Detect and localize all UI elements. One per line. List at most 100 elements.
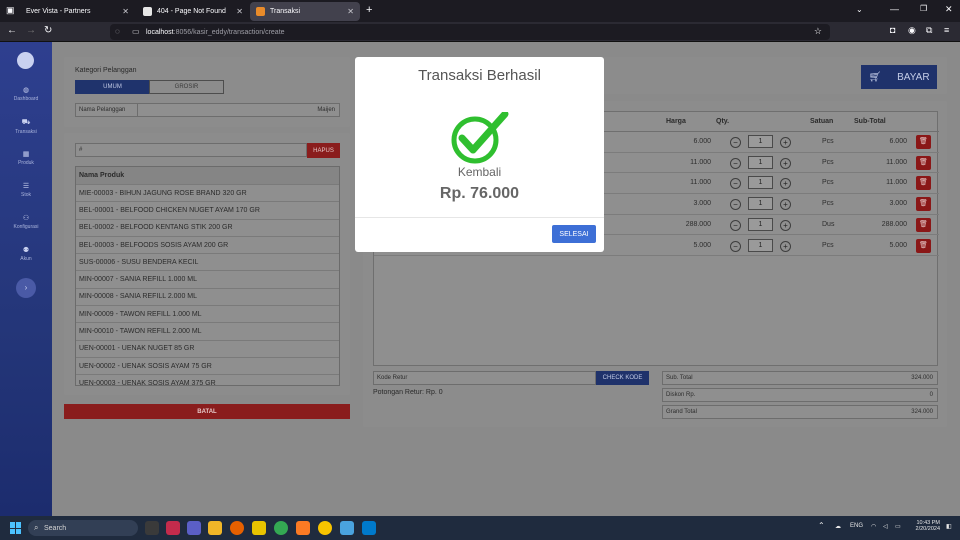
bookmark-star-icon[interactable]: ☆: [814, 26, 822, 37]
list-item[interactable]: BEL-00001 - BELFOOD CHICKEN NUGET AYAM 1…: [76, 202, 339, 220]
delete-row-button[interactable]: 🗑︎: [916, 155, 931, 170]
return-code-label: Kode Retur: [377, 375, 408, 381]
increase-qty-button[interactable]: +: [780, 199, 791, 211]
extensions-icon[interactable]: ⧉: [926, 25, 932, 36]
list-item[interactable]: MIN-00010 - TAWON REFILL 2.000 ML: [76, 323, 339, 341]
volume-icon[interactable]: ◁: [883, 523, 888, 530]
tab-transaksi[interactable]: Transaksi ✕: [250, 2, 360, 21]
qty-input[interactable]: 1: [748, 217, 773, 231]
chevron-down-icon[interactable]: ⌄: [856, 5, 863, 14]
decrease-qty-button[interactable]: −: [730, 137, 741, 148]
category-option-grosir[interactable]: GROSIR: [149, 80, 224, 94]
taskbar-search-input[interactable]: ⌕ Search: [28, 520, 138, 536]
sticky-notes-icon[interactable]: [252, 521, 266, 535]
qty-input[interactable]: 1: [748, 155, 773, 169]
tab-404[interactable]: 404 - Page Not Found ✕: [137, 2, 249, 21]
account-icon[interactable]: ◉: [908, 25, 916, 36]
increase-qty-button[interactable]: +: [780, 178, 791, 190]
cancel-button[interactable]: BATAL: [64, 404, 350, 419]
user-icon: ⚉: [22, 247, 30, 254]
decrease-qty-button[interactable]: −: [730, 219, 741, 231]
list-item[interactable]: MIE-00003 - BIHUN JAGUNG ROSE BRAND 320 …: [76, 185, 339, 203]
increase-qty-button[interactable]: +: [780, 137, 791, 148]
decrease-qty-button[interactable]: −: [730, 157, 741, 169]
sidebar-item-produk[interactable]: ▦ Produk: [0, 150, 52, 166]
close-icon[interactable]: ✕: [236, 7, 243, 16]
mail-icon[interactable]: [340, 521, 354, 535]
check-code-button[interactable]: CHECK KODE: [596, 371, 649, 385]
forward-icon[interactable]: →: [26, 25, 36, 36]
teams-icon[interactable]: [187, 521, 201, 535]
windows-start-icon[interactable]: [10, 522, 22, 534]
notification-icon[interactable]: ◧: [946, 523, 952, 530]
firefox-icon[interactable]: [230, 521, 244, 535]
clear-search-button[interactable]: HAPUS: [307, 143, 340, 158]
delete-row-button[interactable]: 🗑︎: [916, 176, 931, 191]
menu-icon[interactable]: ≡: [944, 25, 949, 35]
delete-row-button[interactable]: 🗑︎: [916, 217, 931, 232]
clock[interactable]: 10:43 PM 2/20/2024: [912, 520, 940, 532]
qty-input[interactable]: 1: [748, 197, 773, 211]
list-item[interactable]: BEL-00003 - BELFOODS SOSIS AYAM 200 GR: [76, 237, 339, 255]
address-bar[interactable]: ◌ ▭ localhost:8056/kasir_eddy/transactio…: [110, 24, 830, 40]
sidebar-item-dashboard[interactable]: ◍ Dashboard: [0, 86, 52, 102]
wifi-icon[interactable]: ◠: [871, 523, 876, 530]
tab-ever-vista[interactable]: Ever Vista - Partners ✕: [20, 2, 135, 21]
chat-icon[interactable]: [166, 521, 180, 535]
xampp-icon[interactable]: [296, 521, 310, 535]
qty-input[interactable]: 1: [748, 135, 773, 148]
category-option-umum[interactable]: UMUM: [75, 80, 150, 94]
sidebar-item-transaksi[interactable]: ⛟ Transaksi: [0, 118, 52, 135]
pay-button[interactable]: 🛒︎ BAYAR: [861, 65, 937, 89]
tab-list-icon[interactable]: ▣: [6, 5, 15, 16]
product-list[interactable]: Nama Produk MIE-00003 - BIHUN JAGUNG ROS…: [75, 166, 340, 386]
list-item[interactable]: UEN-00003 - UENAK SOSIS AYAM 375 GR: [76, 375, 339, 385]
task-view-icon[interactable]: [145, 521, 159, 535]
decrease-qty-button[interactable]: −: [730, 199, 741, 211]
list-item[interactable]: UEN-00001 - UENAK NUGET 85 GR: [76, 341, 339, 358]
customer-name-field[interactable]: Nama Pelanggan Maijen: [75, 103, 340, 117]
chevron-up-icon[interactable]: ⌃: [818, 521, 825, 530]
list-item[interactable]: UEN-00002 - UENAK SOSIS AYAM 75 GR: [76, 358, 339, 376]
sidebar-item-stok[interactable]: ☰ Stok: [0, 182, 52, 198]
list-item[interactable]: BEL-00002 - BELFOOD KENTANG STIK 200 GR: [76, 220, 339, 237]
delete-row-button[interactable]: 🗑︎: [916, 197, 931, 212]
return-code-input[interactable]: Kode Retur: [373, 371, 596, 385]
close-window-button[interactable]: ✕: [945, 4, 953, 15]
close-icon[interactable]: ✕: [347, 7, 354, 16]
delete-row-button[interactable]: 🗑︎: [916, 135, 931, 149]
list-item[interactable]: SUS-00006 - SUSU BENDERA KECIL: [76, 254, 339, 272]
list-item[interactable]: MIN-00009 - TAWON REFILL 1.000 ML: [76, 306, 339, 324]
finish-button[interactable]: SELESAI: [552, 225, 596, 243]
chrome-icon[interactable]: [274, 521, 288, 535]
restore-button[interactable]: ❐: [920, 4, 927, 13]
sidebar-item-akun[interactable]: ⚉ Akun: [0, 246, 52, 262]
list-item[interactable]: MIN-00007 - SANIA REFILL 1.000 ML: [76, 271, 339, 289]
increase-qty-button[interactable]: +: [780, 240, 791, 252]
new-tab-button[interactable]: +: [366, 4, 372, 16]
list-item[interactable]: MIN-00008 - SANIA REFILL 2.000 ML: [76, 289, 339, 307]
sidebar-toggle-button[interactable]: ›: [16, 278, 36, 298]
cloud-icon[interactable]: ☁: [835, 523, 841, 530]
back-icon[interactable]: ←: [7, 25, 17, 36]
close-icon[interactable]: ✕: [122, 7, 129, 16]
file-explorer-icon[interactable]: [208, 521, 222, 535]
pocket-icon[interactable]: ◘: [890, 25, 895, 35]
qty-input[interactable]: 1: [748, 238, 773, 252]
decrease-qty-button[interactable]: −: [730, 240, 741, 252]
delete-row-button[interactable]: 🗑︎: [916, 238, 931, 253]
url-path: :8056/kasir_eddy/transaction/create: [173, 28, 285, 36]
sidebar-item-konfigurasi[interactable]: ⚇ Konfigurasi: [0, 214, 52, 230]
qty-input[interactable]: 1: [748, 176, 773, 190]
vscode-icon[interactable]: [362, 521, 376, 535]
battery-icon[interactable]: ▭: [895, 523, 901, 530]
app-icon[interactable]: [318, 521, 332, 535]
discount-field[interactable]: Diskon Rp. 0: [662, 388, 938, 402]
reload-icon[interactable]: ↻: [44, 25, 52, 36]
product-search-input[interactable]: #: [75, 143, 307, 157]
minimize-button[interactable]: —: [890, 4, 899, 14]
language-indicator[interactable]: ENG: [850, 523, 863, 529]
decrease-qty-button[interactable]: −: [730, 178, 741, 190]
increase-qty-button[interactable]: +: [780, 219, 791, 231]
increase-qty-button[interactable]: +: [780, 157, 791, 169]
